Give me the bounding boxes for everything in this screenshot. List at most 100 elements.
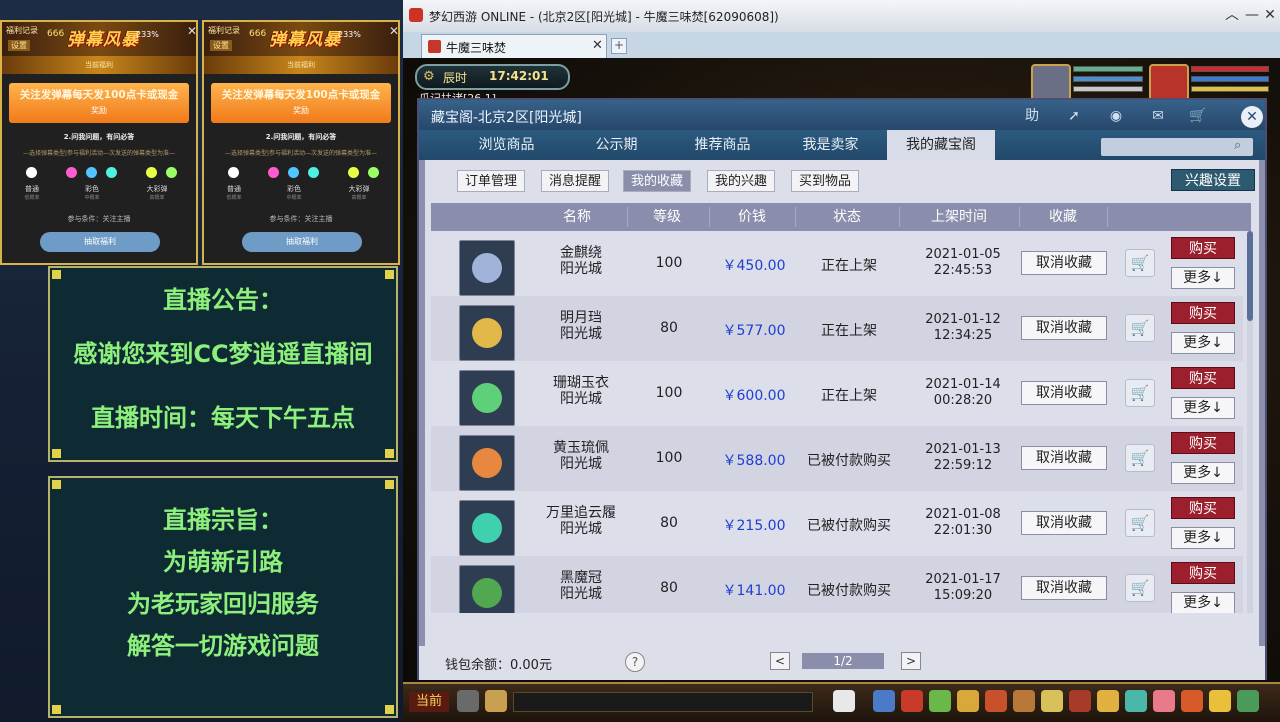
unfavorite-button[interactable]: 取消收藏 — [1021, 576, 1107, 600]
unfavorite-button[interactable]: 取消收藏 — [1021, 381, 1107, 405]
attack-icon[interactable] — [873, 690, 895, 712]
promo-close-icon[interactable]: ✕ — [389, 24, 398, 38]
more-button[interactable]: 更多↓ — [1171, 397, 1235, 419]
buy-button[interactable]: 购买 — [1171, 237, 1235, 259]
scrollbar-thumb[interactable] — [1247, 231, 1253, 321]
search-input[interactable]: ⌕ — [1101, 138, 1253, 156]
table-header: 名称 等级 价钱 状态 上架时间 收藏 — [431, 203, 1251, 231]
player-anger-bar — [1191, 86, 1269, 92]
cart-icon[interactable]: 🛒 — [1125, 314, 1155, 342]
danmaku-type-big-dot-1[interactable] — [146, 167, 157, 178]
cart-icon[interactable]: 🛒 — [1125, 444, 1155, 472]
danmaku-type-color-dot-1[interactable] — [66, 167, 77, 178]
cart-icon[interactable]: 🛒 — [1125, 509, 1155, 537]
danmaku-type-big-dot-2[interactable] — [166, 167, 177, 178]
activity-icon[interactable] — [1181, 690, 1203, 712]
item-icon[interactable] — [459, 240, 515, 296]
tab-close-icon[interactable]: ✕ — [592, 38, 603, 53]
item-icon[interactable] — [459, 370, 515, 426]
promo-record-tag[interactable]: 福利记录 — [208, 25, 240, 36]
interest-settings-button[interactable]: 兴趣设置 — [1171, 169, 1255, 191]
team-icon[interactable] — [985, 690, 1007, 712]
trade-icon[interactable] — [957, 690, 979, 712]
gift-icon[interactable] — [1153, 690, 1175, 712]
cart-icon[interactable]: 🛒 — [1125, 379, 1155, 407]
game-clock[interactable]: ⚙ 辰时 17:42:01 — [415, 64, 570, 90]
item-icon[interactable] — [459, 565, 515, 613]
tab-recommended[interactable]: 推荐商品 — [675, 130, 770, 160]
buy-button[interactable]: 购买 — [1171, 432, 1235, 454]
guild-icon[interactable] — [1069, 690, 1091, 712]
tab-publicity[interactable]: 公示期 — [569, 130, 664, 160]
item-bag-icon[interactable] — [901, 690, 923, 712]
quest-icon[interactable] — [1041, 690, 1063, 712]
unfavorite-button[interactable]: 取消收藏 — [1021, 251, 1107, 275]
dialog-close-icon[interactable]: ✕ — [1241, 106, 1263, 128]
help-icon[interactable]: 助 — [1021, 106, 1043, 126]
item-icon[interactable] — [459, 435, 515, 491]
search-icon[interactable]: ⌕ — [1234, 138, 1241, 153]
share-icon[interactable]: ➚ — [1063, 106, 1085, 126]
promo-settings-tag[interactable]: 设置 — [210, 40, 232, 51]
danmaku-type-big-dot-2[interactable] — [368, 167, 379, 178]
give-icon[interactable] — [929, 690, 951, 712]
claim-benefit-button[interactable]: 抽取福利 — [40, 232, 160, 252]
item-icon[interactable] — [459, 305, 515, 361]
subtab-purchased[interactable]: 买到物品 — [791, 170, 860, 192]
chat-input[interactable] — [513, 692, 813, 712]
prev-page-button[interactable]: < — [770, 652, 790, 670]
help-question-icon[interactable]: ? — [625, 652, 645, 672]
more-button[interactable]: 更多↓ — [1171, 267, 1235, 289]
subtab-notifications[interactable]: 消息提醒 — [541, 170, 610, 192]
more-button[interactable]: 更多↓ — [1171, 332, 1235, 354]
pet-manage-icon[interactable] — [1013, 690, 1035, 712]
danmaku-type-color-dot-2[interactable] — [86, 167, 97, 178]
danmaku-type-color-dot-1[interactable] — [268, 167, 279, 178]
system-icon[interactable] — [1237, 690, 1259, 712]
unfavorite-button[interactable]: 取消收藏 — [1021, 446, 1107, 470]
danmaku-type-big-dot-1[interactable] — [348, 167, 359, 178]
promo-close-icon[interactable]: ✕ — [187, 24, 196, 38]
tab-browse-goods[interactable]: 浏览商品 — [459, 130, 554, 160]
message-icon[interactable]: ✉ — [1147, 106, 1169, 126]
promo-settings-tag[interactable]: 设置 — [8, 40, 30, 51]
danmaku-type-color-dot-2[interactable] — [288, 167, 299, 178]
add-tab-icon[interactable]: + — [611, 38, 627, 54]
character-tab[interactable]: 牛魔三味焚 ✕ — [421, 34, 607, 58]
cart-icon[interactable]: 🛒 — [1125, 249, 1155, 277]
tab-seller[interactable]: 我是卖家 — [783, 130, 878, 160]
tab-my-pavilion[interactable]: 我的藏宝阁 — [887, 130, 995, 160]
buy-button[interactable]: 购买 — [1171, 302, 1235, 324]
chat-channel-current[interactable]: 当前 — [409, 692, 449, 712]
restore-icon[interactable]: ︿ — [1221, 4, 1243, 26]
buy-button[interactable]: 购买 — [1171, 562, 1235, 584]
mail-icon[interactable] — [1125, 690, 1147, 712]
window-close-icon[interactable]: ✕ — [1259, 4, 1280, 26]
subtab-orders[interactable]: 订单管理 — [457, 170, 526, 192]
promo-record-tag[interactable]: 福利记录 — [6, 25, 38, 36]
friends-icon[interactable] — [1097, 690, 1119, 712]
more-button[interactable]: 更多↓ — [1171, 592, 1235, 613]
next-page-button[interactable]: > — [901, 652, 921, 670]
unfavorite-button[interactable]: 取消收藏 — [1021, 316, 1107, 340]
buy-button[interactable]: 购买 — [1171, 367, 1235, 389]
danmaku-type-color-dot-3[interactable] — [308, 167, 319, 178]
record-icon[interactable]: ◉ — [1105, 106, 1127, 126]
danmaku-type-color-dot-3[interactable] — [106, 167, 117, 178]
microphone-icon[interactable] — [457, 690, 479, 712]
cart-icon[interactable]: 🛒 — [1125, 574, 1155, 602]
item-icon[interactable] — [459, 500, 515, 556]
subtab-my-favorites[interactable]: 我的收藏 — [623, 170, 692, 192]
claim-benefit-button[interactable]: 抽取福利 — [242, 232, 362, 252]
pet-icon[interactable] — [833, 690, 855, 712]
emote-icon[interactable] — [1209, 690, 1231, 712]
more-button[interactable]: 更多↓ — [1171, 462, 1235, 484]
more-button[interactable]: 更多↓ — [1171, 527, 1235, 549]
danmaku-type-normal-dot[interactable] — [228, 167, 239, 178]
shopping-cart-icon[interactable]: 🛒 — [1187, 106, 1209, 126]
emoji-icon[interactable] — [485, 690, 507, 712]
buy-button[interactable]: 购买 — [1171, 497, 1235, 519]
danmaku-type-normal-dot[interactable] — [26, 167, 37, 178]
subtab-my-interests[interactable]: 我的兴趣 — [707, 170, 776, 192]
unfavorite-button[interactable]: 取消收藏 — [1021, 511, 1107, 535]
